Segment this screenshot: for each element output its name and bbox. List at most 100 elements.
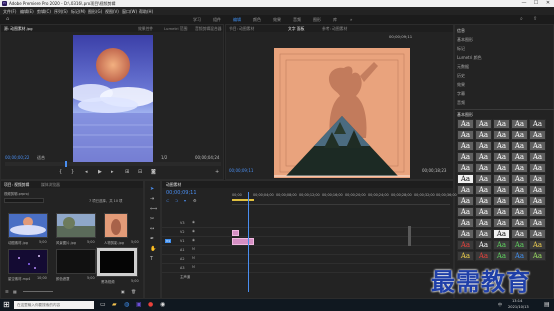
right-item-basic-graphics[interactable]: 基本图形 [457,37,473,43]
source-timecode-current[interactable]: 00;00;00;22 [5,155,29,160]
icon-view-icon[interactable]: ▦ [13,289,17,294]
template-cell[interactable]: Aa [475,196,492,206]
template-cell[interactable]: Aa [511,240,528,250]
tab-reference[interactable]: 参考: 动图素材 [322,26,347,32]
workspace-more[interactable]: » [350,17,352,22]
project-thumb-1[interactable] [8,213,48,238]
workspace-tab-audio[interactable]: 音频 [293,17,301,23]
ime-indicator[interactable]: 中 [498,302,502,308]
template-cell[interactable]: Aa [511,141,528,151]
timeline-clip[interactable] [232,230,239,236]
template-cell[interactable]: Aa [493,196,510,206]
tab-audio-clip-mixer[interactable]: 音频剪辑混合器 [195,26,222,32]
template-cell[interactable]: Aa [493,119,510,129]
template-cell[interactable]: Aa [475,251,492,261]
wrench-icon[interactable]: ⚙ [193,198,197,203]
source-patch-v1[interactable]: V1 [165,239,171,243]
template-cell[interactable]: Aa [511,207,528,217]
template-cell[interactable]: Aa [529,196,546,206]
project-search-input[interactable] [4,198,44,203]
right-item-audio[interactable]: 音频 [457,100,465,106]
template-cell[interactable]: Aa [529,185,546,195]
right-item-lumetri[interactable]: Lumetri 颜色 [457,55,482,61]
template-cell[interactable]: Aa [529,141,546,151]
template-cell[interactable]: Aa [529,119,546,129]
right-item-captions[interactable]: 字幕 [457,91,465,97]
template-cell[interactable]: Aa [493,185,510,195]
minimize-button[interactable]: — [518,0,530,7]
track-label[interactable]: V1 [180,239,184,243]
project-thumb-6[interactable] [96,247,138,277]
step-back-icon[interactable]: ◂ [85,170,88,175]
source-time-ruler[interactable] [5,162,221,166]
template-cell[interactable]: Aa [457,229,474,239]
source-fit-select[interactable]: 适合 [37,155,45,161]
template-cell[interactable]: Aa [457,119,474,129]
right-item-info[interactable]: 信息 [457,28,465,34]
mark-in-icon[interactable]: { [59,170,62,175]
template-cell[interactable]: Aa [493,251,510,261]
premiere-taskbar-icon[interactable]: ▣ [136,301,142,308]
project-thumb-4[interactable] [8,249,48,274]
template-cell[interactable]: Aa [475,163,492,173]
template-cell[interactable]: Aa [457,251,474,261]
add-marker-icon[interactable]: ▾ [184,198,186,203]
template-cell[interactable]: Aa [529,163,546,173]
template-cell[interactable]: Aa [511,229,528,239]
template-cell[interactable]: Aa [511,196,528,206]
template-cell[interactable]: Aa [529,130,546,140]
work-area-bar[interactable] [232,199,254,201]
pen-tool-icon[interactable]: ✒ [150,237,154,242]
mark-out-icon[interactable]: } [71,170,74,175]
tab-effect-controls[interactable]: 效果控件 [138,26,153,32]
template-cell[interactable]: Aa [475,207,492,217]
workspace-tab-editing[interactable]: 编辑 [233,17,241,23]
notification-icon[interactable]: ▤ [544,301,550,308]
tab-project[interactable]: 项目: 视频剪辑 [4,182,29,188]
tab-sequence[interactable]: 动图素材 [166,182,181,188]
taskbar-time[interactable]: 13:14 [512,299,522,303]
workspace-tab-color[interactable]: 颜色 [253,17,261,23]
timeline-clip[interactable] [232,238,254,245]
eye-icon[interactable]: ◉ [192,238,195,242]
template-cell[interactable]: Aa [475,240,492,250]
template-cell[interactable]: Aa [475,119,492,129]
list-view-icon[interactable]: ☰ [5,289,9,294]
tab-lumetri-scopes[interactable]: Lumetri 范围 [164,26,187,32]
export-frame-icon[interactable]: ◙ [151,170,156,175]
share-icon[interactable]: ⇪ [533,16,537,22]
snap-icon[interactable]: ⊂ [166,198,169,203]
source-preview-image[interactable] [73,35,153,164]
app-taskbar-icon[interactable]: ● [148,301,153,308]
track-label[interactable]: A2 [180,257,184,261]
track-select-tool-icon[interactable]: ⇥ [150,197,154,202]
template-cell[interactable]: Aa [457,218,474,228]
track-label[interactable]: V3 [180,221,184,225]
template-cell[interactable]: Aa [493,174,510,184]
chrome-icon[interactable]: ◉ [160,301,165,308]
track-label[interactable]: V2 [180,230,184,234]
template-cell[interactable]: Aa [511,163,528,173]
template-cell[interactable]: Aa [529,218,546,228]
add-button-icon[interactable]: + [215,170,219,175]
template-cell[interactable]: Aa [475,229,492,239]
template-cell[interactable]: Aa [493,163,510,173]
source-resolution-select[interactable]: 1/2 [161,155,167,160]
edge-icon[interactable]: ◍ [124,301,129,308]
template-cell[interactable]: Aa [529,207,546,217]
project-thumb-3[interactable] [104,213,128,238]
right-item-markers[interactable]: 标记 [457,46,465,52]
template-cell[interactable]: Aa [511,185,528,195]
template-cell[interactable]: Aa [511,218,528,228]
maximize-button[interactable]: ☐ [530,0,542,7]
delete-icon[interactable]: 🗑 [131,289,136,294]
razor-tool-icon[interactable]: ✂ [150,217,154,222]
template-cell[interactable]: Aa [493,218,510,228]
home-icon[interactable]: ⌂ [6,16,9,22]
template-cell[interactable]: Aa [529,240,546,250]
right-item-history[interactable]: 历史 [457,73,465,79]
slip-tool-icon[interactable]: ↔ [150,227,154,232]
timeline-playhead[interactable] [248,192,249,292]
tab-source[interactable]: 源: 动图素材.jpg [4,26,33,32]
template-cell[interactable]: Aa [475,174,492,184]
